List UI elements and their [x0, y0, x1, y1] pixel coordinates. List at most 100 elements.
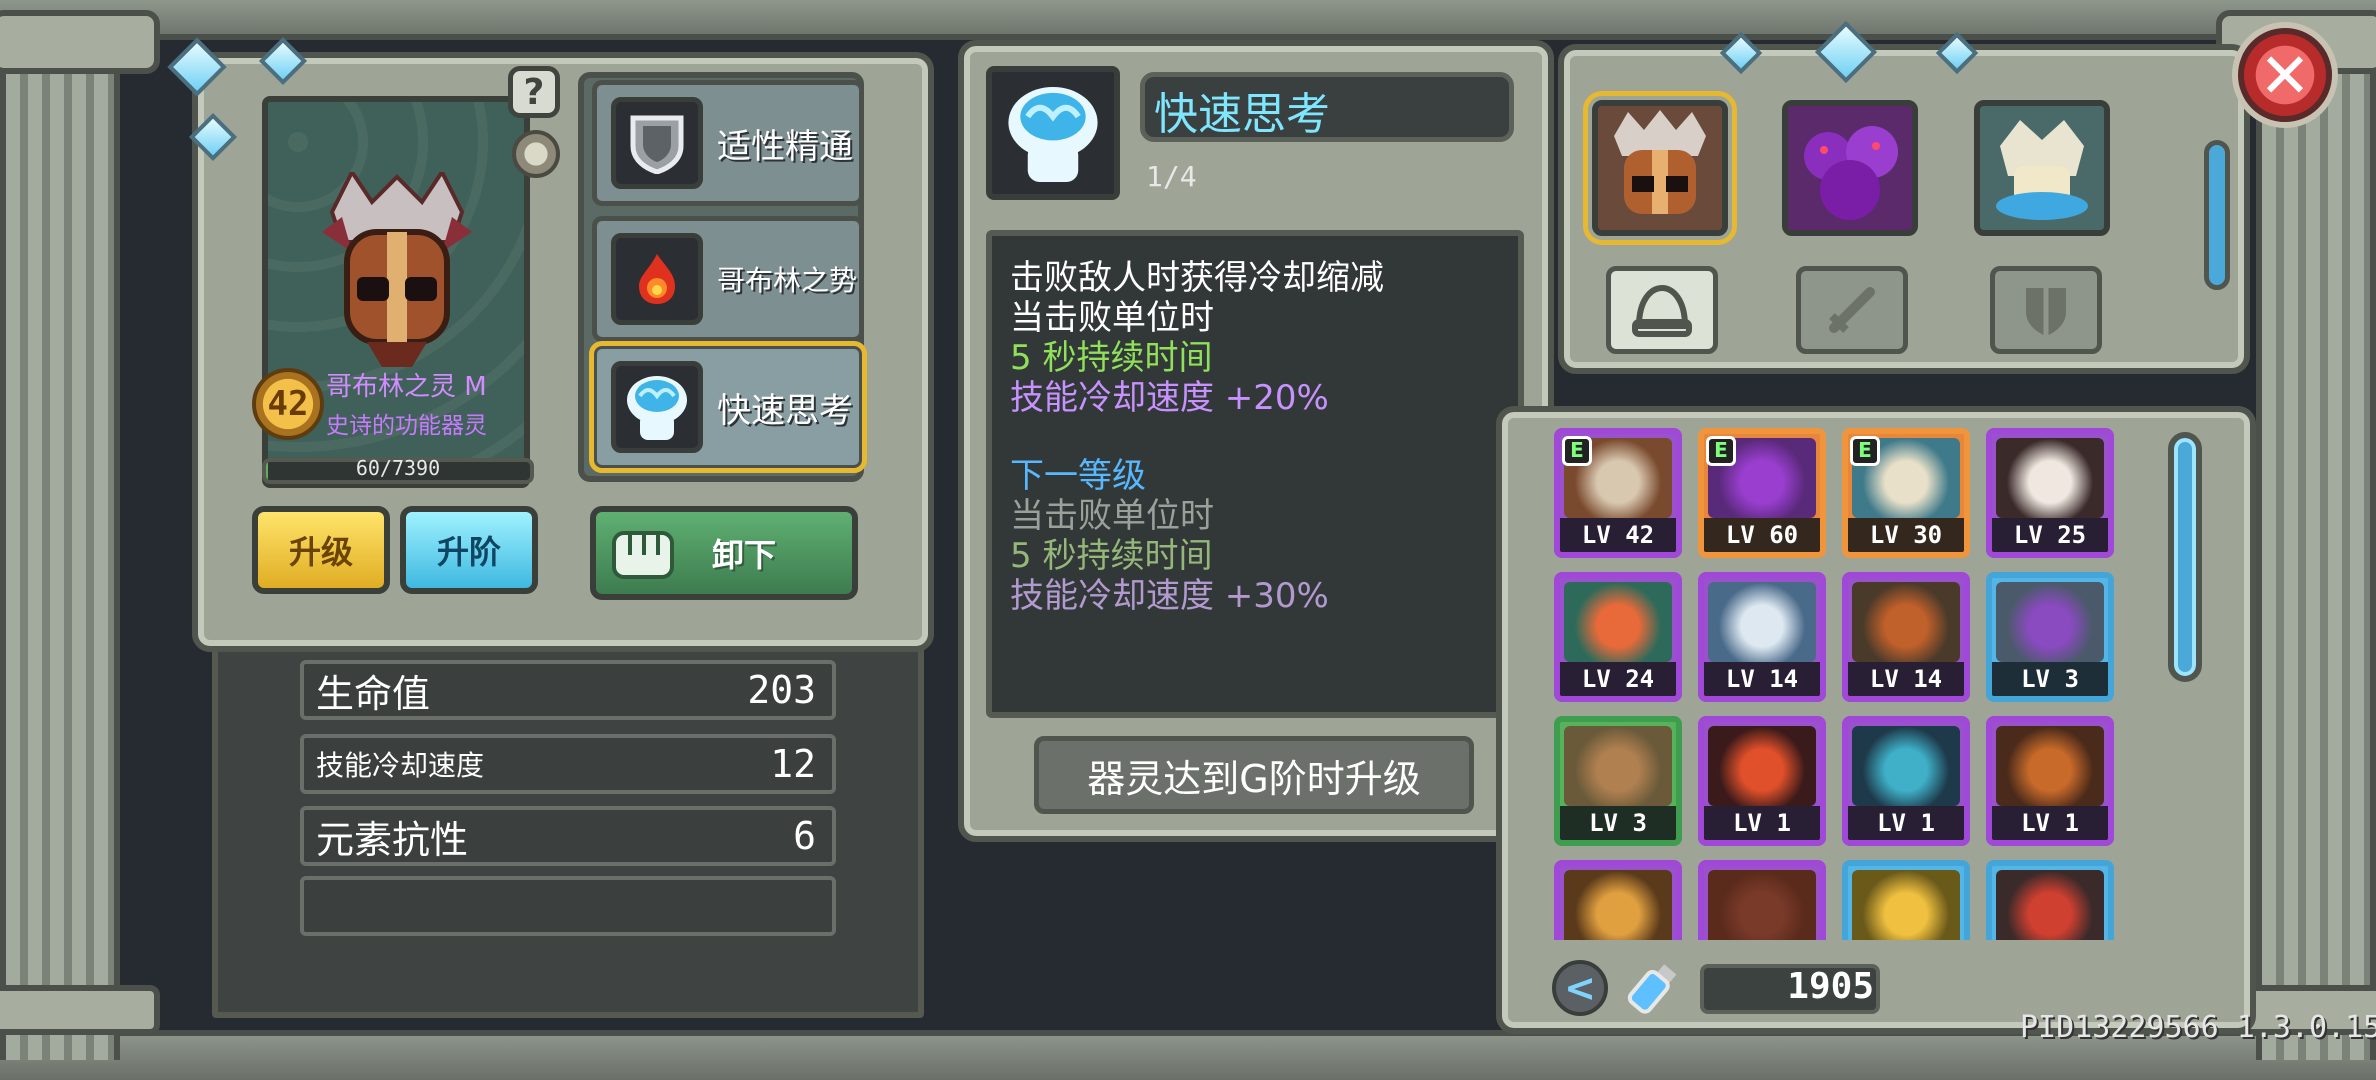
- upgrade-button[interactable]: 升级: [252, 506, 390, 594]
- inventory-card[interactable]: [1842, 860, 1970, 940]
- card-level: LV 1: [1848, 806, 1964, 840]
- equipped-spirit-3[interactable]: [1974, 100, 2110, 236]
- helmet-slot-icon: [1632, 284, 1692, 337]
- skill-label: 适性精通: [717, 126, 853, 167]
- flame-icon: [611, 233, 703, 325]
- ascend-button[interactable]: 升阶: [400, 506, 538, 594]
- stat-row-cooldown: 技能冷却速度 12: [300, 734, 836, 794]
- inventory-card[interactable]: LV 14: [1842, 572, 1970, 702]
- stat-label: 元素抗性: [316, 817, 469, 862]
- spirit-thumbnail-icon: [1708, 582, 1816, 662]
- skill-label: 哥布林之势: [717, 264, 858, 297]
- stat-label: 生命值: [316, 671, 431, 716]
- card-level: LV 1: [1992, 806, 2108, 840]
- spirit-thumbnail-icon: [1852, 726, 1960, 806]
- unequip-label: 卸下: [712, 536, 777, 574]
- close-button[interactable]: ✕: [2238, 28, 2332, 122]
- inventory-card[interactable]: LV 1: [1842, 716, 1970, 846]
- inventory-card[interactable]: E LV 30: [1842, 428, 1970, 558]
- right-pillar: [2256, 20, 2376, 1060]
- sword-slot-icon: [1829, 287, 1875, 333]
- equipped-spirit-2[interactable]: [1782, 100, 1918, 236]
- spirit-thumbnail-icon: [1708, 870, 1816, 940]
- spirit-thumbnail-icon: [1996, 438, 2104, 518]
- spirit-thumbnail-icon: [1852, 870, 1960, 940]
- spirit-thumbnail-icon: [1708, 726, 1816, 806]
- goblin-mask-icon: [322, 172, 472, 367]
- left-pillar-base: [0, 985, 160, 1035]
- card-level: LV 42: [1560, 518, 1676, 552]
- left-pillar-cap: [0, 10, 160, 74]
- help-button[interactable]: ?: [508, 66, 560, 118]
- stat-row-empty: [300, 876, 836, 936]
- skill-label: 快速思考: [717, 390, 853, 431]
- card-level: LV 3: [1992, 662, 2108, 696]
- upgrade-requirement: 器灵达到G阶时升级: [1034, 736, 1474, 814]
- desc-line: 技能冷却速度 +30%: [1010, 576, 1329, 616]
- spirit-name: 哥布林之灵 M: [326, 372, 487, 402]
- stat-row-elemental-resist: 元素抗性 6: [300, 806, 836, 866]
- spirit-thumbnail-icon: [1852, 582, 1960, 662]
- inventory-card[interactable]: [1986, 860, 2114, 940]
- inventory-card[interactable]: E LV 42: [1554, 428, 1682, 558]
- skill-slot-quick-thinking[interactable]: 快速思考: [589, 341, 867, 473]
- top-stone-band: [0, 0, 2376, 40]
- helmet-slot-button[interactable]: [1606, 266, 1718, 354]
- equipped-tag: E: [1850, 436, 1880, 466]
- equipped-tag: E: [1562, 436, 1592, 466]
- card-level: LV 14: [1848, 662, 1964, 696]
- sword-slot-button[interactable]: [1796, 266, 1908, 354]
- skill-slot-goblin-momentum[interactable]: 哥布林之势: [592, 216, 864, 342]
- detail-level: 1/4: [1146, 160, 1197, 193]
- page-back-button[interactable]: <: [1552, 960, 1608, 1016]
- inventory-scrollbar[interactable]: [2168, 432, 2202, 682]
- unequip-button[interactable]: 卸下: [590, 506, 858, 600]
- spirit-thumbnail-icon: [1564, 582, 1672, 662]
- inventory-card[interactable]: [1698, 860, 1826, 940]
- stat-value: 203: [747, 668, 816, 712]
- level-badge: 42: [252, 368, 324, 440]
- inventory-card[interactable]: LV 3: [1554, 716, 1682, 846]
- shield-slot-icon: [2026, 288, 2066, 336]
- exp-text: 60/7390: [355, 456, 441, 480]
- card-level: LV 1: [1704, 806, 1820, 840]
- card-level: LV 14: [1704, 662, 1820, 696]
- inventory-card[interactable]: [1554, 860, 1682, 940]
- hydra-spirit-icon: [1788, 106, 1912, 230]
- vial-icon: [1627, 964, 1677, 1014]
- inventory-card[interactable]: E LV 60: [1698, 428, 1826, 558]
- equipped-tag: E: [1706, 436, 1736, 466]
- inventory-card[interactable]: LV 3: [1986, 572, 2114, 702]
- card-level: LV 25: [1992, 518, 2108, 552]
- top-scroll-indicator: [2204, 140, 2230, 290]
- card-level: LV 60: [1704, 518, 1820, 552]
- spirit-rarity: 史诗的功能器灵: [326, 413, 487, 439]
- equipped-spirit-1[interactable]: [1583, 91, 1737, 245]
- spirit-thumbnail-icon: [1996, 726, 2104, 806]
- detail-title: 快速思考: [1154, 89, 1330, 140]
- stat-value: 6: [793, 814, 816, 858]
- shield-icon: [611, 97, 703, 189]
- spirit-thumbnail-icon: [1564, 726, 1672, 806]
- fist-icon: [612, 531, 674, 579]
- inventory-card[interactable]: LV 14: [1698, 572, 1826, 702]
- card-level: LV 24: [1560, 662, 1676, 696]
- card-level: LV 3: [1560, 806, 1676, 840]
- inventory-card[interactable]: LV 1: [1986, 716, 2114, 846]
- stat-value: 12: [770, 742, 816, 786]
- version-label: PID13229566 1.3.0.15: [2020, 1010, 2376, 1045]
- shield-slot-button[interactable]: [1990, 266, 2102, 354]
- spirit-thumbnail-icon: [1564, 870, 1672, 940]
- goblin-spirit-icon: [1598, 106, 1722, 230]
- left-pillar: [0, 20, 120, 1060]
- dragon-spirit-icon: [1980, 106, 2104, 230]
- inventory-card[interactable]: LV 24: [1554, 572, 1682, 702]
- stat-row-hp: 生命值 203: [300, 660, 836, 720]
- skill-slot-aptitude[interactable]: 适性精通: [592, 80, 864, 206]
- inventory-card[interactable]: LV 1: [1698, 716, 1826, 846]
- desc-line: 技能冷却速度 +20%: [1010, 378, 1329, 418]
- screw-icon: [512, 130, 560, 178]
- card-level: LV 30: [1848, 518, 1964, 552]
- brain-icon: [986, 66, 1120, 200]
- inventory-card[interactable]: LV 25: [1986, 428, 2114, 558]
